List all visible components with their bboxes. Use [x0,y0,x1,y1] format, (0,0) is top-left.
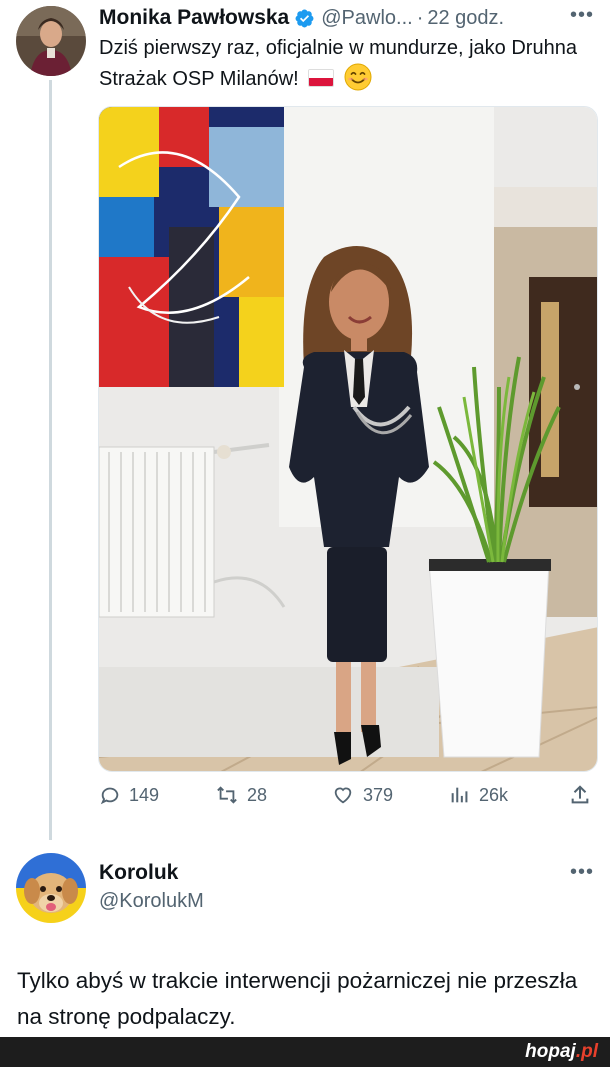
share-icon [571,785,589,804]
retweet-count: 28 [247,784,268,805]
action-bar: 149 28 379 26k [99,784,599,816]
views-count: 26k [479,784,509,805]
like-count: 379 [363,784,394,805]
author-avatar[interactable] [16,6,86,76]
flag-poland-icon [308,69,335,87]
watermark-tld: .pl [575,1041,598,1062]
watermark-bar: hopaj.pl [0,1037,610,1067]
tweet-text: Dziś pierwszy raz, oficjalnie w mundurze… [99,34,599,94]
reply-button[interactable]: 149 [99,784,159,806]
watermark-main: hopaj [525,1041,576,1062]
tweet-body: Dziś pierwszy raz, oficjalnie w mundurze… [99,37,577,90]
more-options-icon[interactable]: ••• [570,4,594,27]
smiling-face-icon [344,63,372,91]
reply-more-options-icon[interactable]: ••• [570,861,594,884]
verified-badge-icon [295,9,314,27]
separator-dot: · [416,6,424,29]
reply-icon [100,787,119,805]
heart-icon [334,787,352,804]
views-button[interactable]: 26k [449,784,508,806]
retweet-icon [217,786,237,804]
retweet-button[interactable]: 28 [215,784,267,806]
tweet-header: Monika Pawłowska @Pawlo... · 22 godz. [99,4,599,32]
timestamp[interactable]: 22 godz. [427,7,504,30]
views-chart-icon [451,787,468,803]
reply-count: 149 [129,784,160,805]
reply-tweet[interactable]: Koroluk @KorolukM ••• Tylko abyś w trakc… [0,845,610,1035]
site-watermark-logo: hopaj.pl [525,1041,598,1063]
tweet[interactable]: Monika Pawłowska @Pawlo... · 22 godz. ••… [0,0,610,845]
thread-line [49,80,52,840]
reply-author-avatar[interactable] [16,853,86,923]
reply-author-name[interactable]: Koroluk [99,861,178,885]
author-handle[interactable]: @Pawlo... [321,7,412,30]
reply-author-handle[interactable]: @KorolukM [99,890,204,913]
tweet-photo[interactable] [98,106,598,772]
share-button[interactable] [569,784,599,806]
author-name[interactable]: Monika Pawłowska [99,6,289,30]
reply-text: Tylko abyś w trakcie interwencji pożarni… [17,968,578,1029]
like-button[interactable]: 379 [331,784,393,806]
